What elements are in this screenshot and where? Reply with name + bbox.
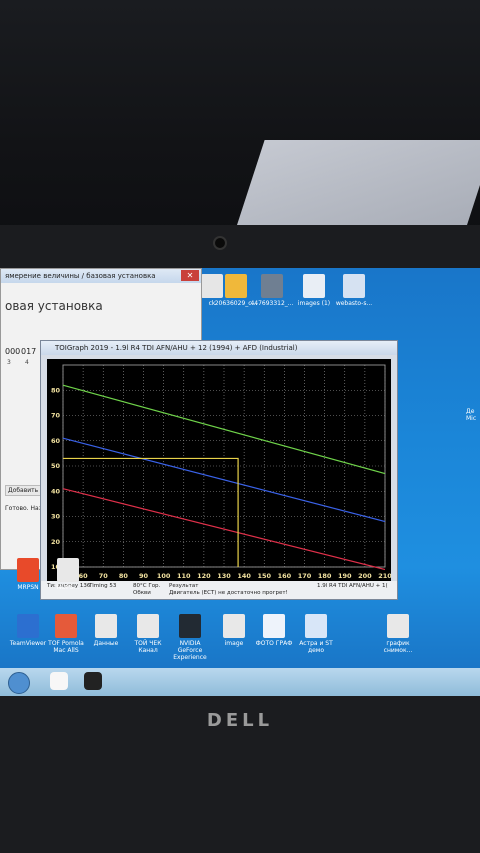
- x-tick-label-4: 90: [139, 572, 149, 580]
- bottom-icon-image-0: [17, 614, 39, 638]
- bottom-icon-image-4: [179, 614, 201, 638]
- value-cell-2: 017: [21, 347, 37, 356]
- bottom-icon-4[interactable]: NVIDIA GeForce Experience: [168, 614, 212, 661]
- top-icon-image-4: [343, 274, 365, 298]
- status-bar: Ти: кирпеу 136 Timing 53 80°C Гор. Обкви…: [41, 581, 397, 599]
- top-icon-2[interactable]: 447693312_...: [250, 274, 294, 307]
- bottom-icon-label-6: ФОТО ГРАФ: [255, 640, 293, 647]
- y-tick-label-6: 70: [51, 412, 61, 420]
- y-tick-label-2: 30: [51, 513, 61, 521]
- top-icon-image-3: [303, 274, 325, 298]
- x-tick-label-14: 190: [338, 572, 352, 580]
- bottom-icon-label-1: TOF Pomola Mac AllS: [48, 640, 84, 654]
- x-tick-label-13: 180: [318, 572, 332, 580]
- y-tick-label-5: 60: [51, 437, 61, 445]
- y-tick-label-7: 80: [51, 386, 61, 394]
- left-icon-image-0: [17, 558, 39, 582]
- bottom-icon-label-8: график снимок...: [383, 640, 413, 654]
- x-tick-label-15: 200: [358, 572, 372, 580]
- bottom-icon-label-7: Астра и ST демо: [299, 640, 333, 654]
- bottom-icon-image-8: [387, 614, 409, 638]
- top-icon-label-3: images (1): [297, 300, 331, 307]
- bottom-icon-image-5: [223, 614, 245, 638]
- status-field-5: Двигатель (ECT) не достаточно прогрет!: [169, 590, 288, 596]
- x-tick-label-6: 110: [177, 572, 191, 580]
- chart-svg: 50 60 70 80 90 100 110 120 130 140 150 160 170 180 190…: [51, 364, 392, 580]
- y-tick-label-4: 50: [51, 462, 61, 470]
- start-button[interactable]: [8, 672, 30, 694]
- top-icon-image-2: [261, 274, 283, 298]
- x-tick-label-10: 150: [257, 572, 271, 580]
- left-icon-image-1: [57, 558, 79, 582]
- bottom-icon-image-1: [55, 614, 77, 638]
- bottom-icon-label-4: NVIDIA GeForce Experience: [173, 640, 207, 661]
- left-icon-label-0: MRPSN: [17, 584, 39, 591]
- plot-area: 50 60 70 80 90 100 110 120 130 140 150 160 170 180 190…: [47, 359, 392, 581]
- side-window-heading: овая установка: [5, 299, 103, 313]
- background-cloth: [235, 140, 480, 230]
- desktop-screen: ck 20636029_c... 447693312_... images (1) we…: [0, 268, 480, 696]
- status-field-3: 80°C Гор. Обкви: [133, 583, 161, 596]
- bottom-icon-6[interactable]: ФОТО ГРАФ: [252, 614, 296, 647]
- webcam-icon: [213, 236, 227, 250]
- bottom-icon-3[interactable]: ТОЙ ЧЕК Канал: [126, 614, 170, 654]
- x-tick-label-12: 170: [298, 572, 312, 580]
- dell-logo: DELL: [206, 710, 274, 731]
- taskbar-app-1-icon[interactable]: [50, 672, 68, 690]
- bottom-icon-image-3: [137, 614, 159, 638]
- y-tick-label-1: 20: [51, 538, 61, 546]
- bottom-icon-image-6: [263, 614, 285, 638]
- sub-value-1: 3: [7, 359, 11, 366]
- left-icon-label-1: NOPS...: [56, 584, 80, 591]
- x-tick-label-5: 100: [157, 572, 171, 580]
- status-field-6: 1.9l R4 TDI AFN/AHU + 1(: [317, 583, 388, 589]
- bottom-icon-1[interactable]: TOF Pomola Mac AllS: [44, 614, 88, 654]
- side-window-title[interactable]: ямерение величины / базовая установка ✕: [1, 269, 201, 283]
- x-tick-label-3: 80: [119, 572, 129, 580]
- close-icon[interactable]: ✕: [181, 270, 199, 281]
- x-tick-label-8: 130: [217, 572, 231, 580]
- x-tick-label-16: 210: [378, 572, 391, 580]
- bottom-icon-label-3: ТОЙ ЧЕК Канал: [134, 640, 162, 654]
- bottom-icon-7[interactable]: Астра и ST демо: [294, 614, 338, 654]
- top-icon-4[interactable]: webasto-s...: [332, 274, 376, 307]
- taskbar: [0, 668, 480, 696]
- bottom-icon-label-5: image: [224, 640, 244, 647]
- bottom-icon-label-2: Данные: [93, 640, 119, 647]
- top-icon-label-4: webasto-s...: [335, 300, 373, 307]
- right-partial-label: Де Mic: [466, 408, 477, 422]
- y-tick-label-3: 40: [51, 487, 61, 495]
- bottom-icon-8[interactable]: график снимок...: [376, 614, 420, 654]
- x-tick-label-11: 160: [278, 572, 292, 580]
- x-tick-label-7: 120: [197, 572, 211, 580]
- value-cell-1: 000: [5, 347, 21, 356]
- left-icon-0[interactable]: MRPSN: [6, 558, 50, 591]
- x-tick-label-9: 140: [237, 572, 251, 580]
- taskbar-app-2-icon[interactable]: [84, 672, 102, 690]
- bottom-icon-image-7: [305, 614, 327, 638]
- top-icon-image-1: [225, 274, 247, 298]
- x-tick-label-2: 70: [99, 572, 109, 580]
- top-icon-label-2: 447693312_...: [250, 300, 294, 307]
- bottom-icon-image-2: [95, 614, 117, 638]
- top-icon-3[interactable]: images (1): [292, 274, 336, 307]
- status-field-2: Timing 53: [89, 583, 117, 589]
- bottom-icon-5[interactable]: image: [212, 614, 256, 647]
- chart-window: TOIGraph 2019 - 1.9l R4 TDI AFN/AHU + 12…: [40, 340, 398, 600]
- bottom-icon-2[interactable]: Данные: [84, 614, 128, 647]
- sub-value-2: 4: [25, 359, 29, 366]
- chart-window-titlebar[interactable]: TOIGraph 2019 - 1.9l R4 TDI AFN/AHU + 12…: [41, 341, 397, 355]
- status-field-4: Результат: [169, 583, 199, 589]
- left-icon-1[interactable]: NOPS...: [46, 558, 90, 591]
